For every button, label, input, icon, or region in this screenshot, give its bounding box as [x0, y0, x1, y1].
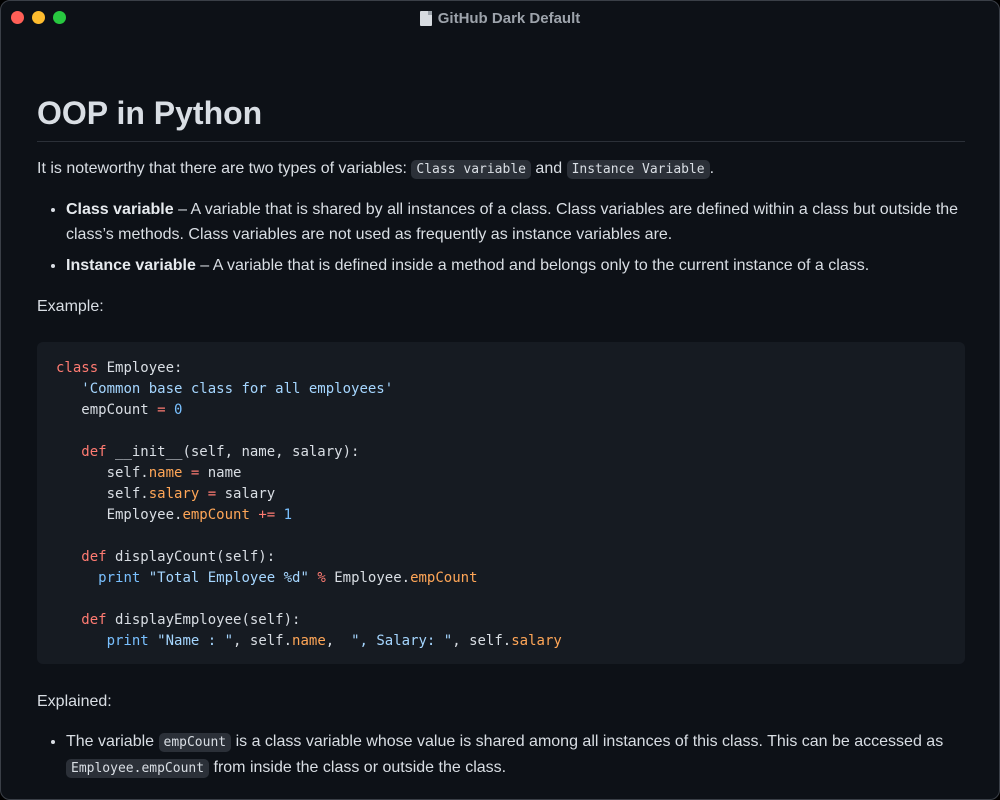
zoom-window-button[interactable]: [53, 11, 66, 24]
code-token: salary: [511, 633, 562, 649]
code-token: 0: [174, 402, 183, 418]
example-label: Example:: [37, 298, 104, 315]
code-line: class Employee:: [56, 360, 183, 376]
code-line: Employee.empCount += 1: [56, 507, 293, 523]
title-bar: GitHub Dark Default: [1, 1, 999, 35]
window-controls: [11, 11, 66, 24]
list-item: The variable empCount is a class variabl…: [66, 729, 965, 781]
code-line: empCount = 0: [56, 402, 183, 418]
code-token: def: [81, 549, 107, 565]
markdown-content: OOP in Python It is noteworthy that ther…: [37, 89, 965, 781]
page-title: OOP in Python: [37, 89, 965, 142]
code-token: =: [190, 465, 200, 481]
code-token: salary: [148, 486, 200, 502]
window-title-group: GitHub Dark Default: [419, 9, 581, 27]
code-token: +=: [258, 507, 276, 523]
inline-code-instance-variable: Instance Variable: [566, 160, 710, 179]
code-token: print: [98, 570, 141, 586]
code-token: name: [148, 465, 183, 481]
code-token: def: [81, 444, 107, 460]
code-line: def displayCount(self):: [81, 549, 276, 565]
code-token: name: [292, 633, 326, 649]
code-token: =: [207, 486, 217, 502]
list-item: Instance variable – A variable that is d…: [66, 253, 965, 278]
code-line: print "Total Employee %d" % Employee.emp…: [98, 570, 478, 586]
code-line: print "Name : ", self.name, ", Salary: "…: [106, 633, 562, 649]
close-window-button[interactable]: [11, 11, 24, 24]
code-line: 'Common base class for all employees': [56, 379, 946, 400]
minimize-window-button[interactable]: [32, 11, 45, 24]
variable-types-list: Class variable – A variable that is shar…: [37, 197, 965, 278]
explained-label: Explained:: [37, 693, 112, 710]
code-line: self.salary = salary: [56, 486, 276, 502]
window-title: GitHub Dark Default: [437, 9, 581, 27]
inline-code-class-variable: Class variable: [411, 160, 531, 179]
code-token: "Total Employee %d": [148, 570, 309, 586]
code-token: class: [56, 360, 99, 376]
list-item: Class variable – A variable that is shar…: [66, 197, 965, 247]
code-line: self.name = name: [56, 465, 242, 481]
code-token: =: [157, 402, 166, 418]
code-token: 1: [283, 507, 293, 523]
intro-paragraph: It is noteworthy that there are two type…: [37, 160, 715, 179]
code-token: %: [317, 570, 326, 586]
document-icon: [419, 10, 432, 26]
term-instance-variable: Instance variable: [66, 257, 196, 274]
app-window: GitHub Dark Default OOP in Python It is …: [0, 0, 1000, 800]
code-token: ", Salary: ": [351, 633, 453, 649]
code-line: def displayEmployee(self):: [81, 612, 301, 628]
term-class-variable: Class variable: [66, 201, 174, 218]
inline-code-employee-empcount: Employee.empCount: [66, 759, 210, 778]
inline-code-empcount: empCount: [158, 733, 232, 752]
code-token: "Name : ": [157, 633, 234, 649]
code-token: empCount: [410, 570, 478, 586]
code-token: print: [106, 633, 149, 649]
code-block[interactable]: class Employee: 'Common base class for a…: [37, 342, 965, 664]
code-token: 'Common base class for all employees': [81, 381, 394, 397]
code-token: empCount: [182, 507, 250, 523]
code-line: def __init__(self, name, salary):: [81, 444, 360, 460]
code-token: def: [81, 612, 107, 628]
explained-list: The variable empCount is a class variabl…: [37, 729, 965, 781]
